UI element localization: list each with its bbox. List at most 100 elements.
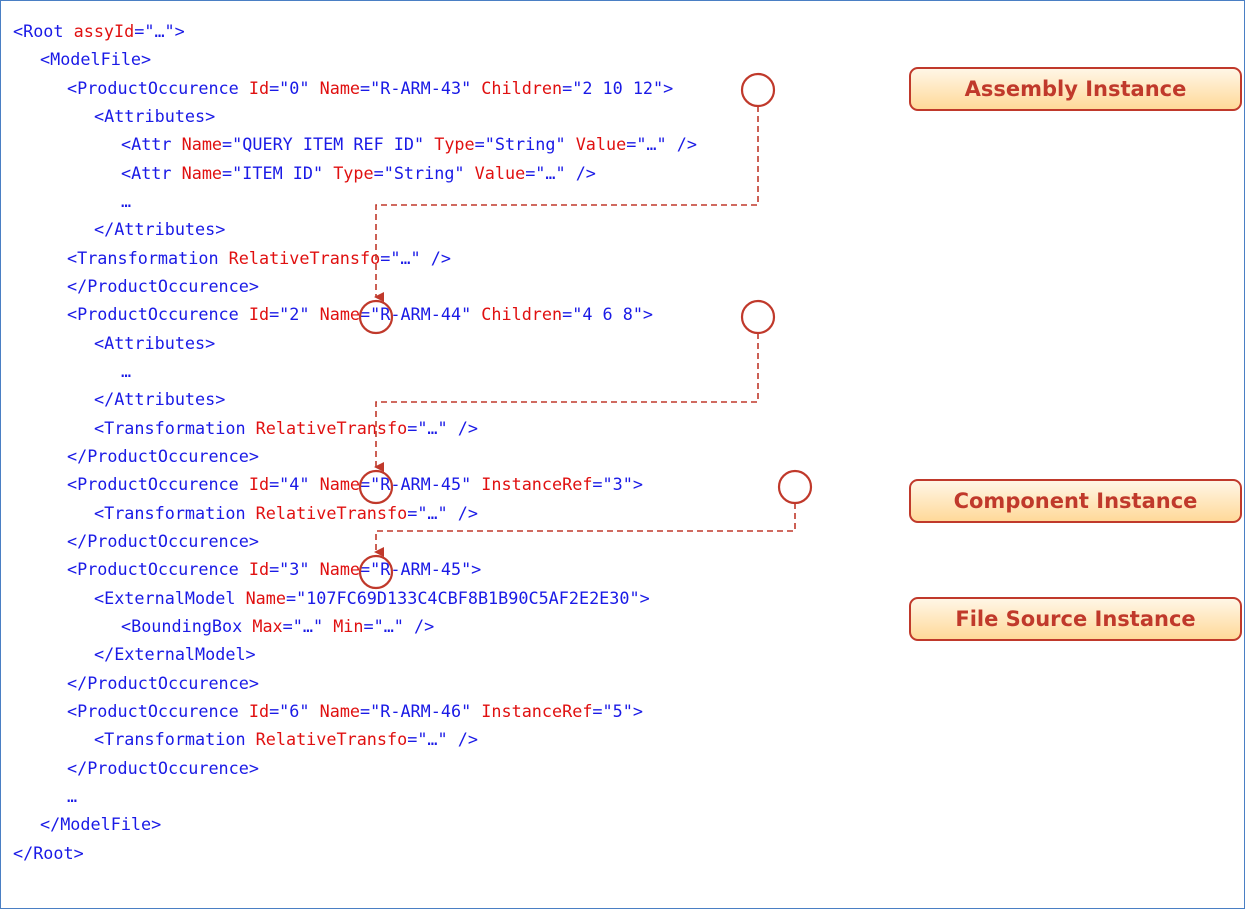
xml-line: <ProductOccurence Id="3" Name="R-ARM-45"… bbox=[67, 555, 481, 583]
xml-markup: <ModelFile> bbox=[40, 49, 152, 70]
xml-markup: <Attr bbox=[121, 162, 182, 183]
xml-markup: ="…" /> bbox=[407, 729, 478, 750]
xml-markup: ="4 6 8"> bbox=[562, 304, 654, 325]
xml-attribute-name: Value bbox=[474, 162, 526, 183]
xml-markup: ="…" /> bbox=[626, 134, 697, 155]
xml-line: <ModelFile> bbox=[40, 45, 151, 73]
xml-line: <Root assyId="…"> bbox=[13, 17, 185, 45]
xml-markup: ="…" /> bbox=[407, 417, 478, 438]
xml-markup: <ProductOccurence bbox=[67, 474, 249, 495]
xml-attribute-name: Name bbox=[319, 77, 361, 98]
xml-markup: <Attributes> bbox=[94, 105, 216, 126]
xml-markup: </ModelFile> bbox=[40, 814, 162, 835]
file-source-instance-label-text: File Source Instance bbox=[955, 607, 1196, 631]
xml-line: <Attr Name="QUERY ITEM REF ID" Type="Str… bbox=[121, 130, 697, 158]
assembly-instance-label: Assembly Instance bbox=[909, 67, 1242, 111]
xml-markup: </Attributes> bbox=[94, 219, 226, 240]
xml-attribute-name: assyId bbox=[73, 21, 135, 41]
xml-markup: <Transformation bbox=[67, 247, 229, 268]
xml-markup: ="5"> bbox=[592, 700, 643, 721]
xml-line: <Attr Name="ITEM ID" Type="String" Value… bbox=[121, 159, 596, 187]
xml-attribute-name: Type bbox=[333, 162, 374, 183]
xml-line: <BoundingBox Max="…" Min="…" /> bbox=[121, 612, 434, 640]
xml-markup: <ExternalModel bbox=[94, 587, 246, 608]
xml-attribute-name: Name bbox=[319, 559, 361, 580]
xml-attribute-name: Name bbox=[319, 304, 361, 325]
xml-attribute-name: Id bbox=[248, 700, 270, 721]
xml-markup: … bbox=[121, 360, 132, 381]
xml-attribute-name: InstanceRef bbox=[481, 474, 593, 495]
xml-line: <Transformation RelativeTransfo="…" /> bbox=[94, 499, 478, 527]
xml-line: </ProductOccurence> bbox=[67, 527, 259, 555]
xml-attribute-name: Name bbox=[181, 134, 223, 155]
xml-line: </Root> bbox=[13, 839, 84, 867]
xml-markup: ="…" /> bbox=[380, 247, 451, 268]
xml-line: </ProductOccurence> bbox=[67, 442, 259, 470]
xml-attribute-name: Children bbox=[481, 77, 563, 98]
xml-line: </ModelFile> bbox=[40, 810, 161, 838]
component-instance-label: Component Instance bbox=[909, 479, 1242, 523]
xml-line: <ProductOccurence Id="0" Name="R-ARM-43"… bbox=[67, 74, 673, 102]
xml-markup: ="…" /> bbox=[407, 502, 478, 523]
xml-attribute-name: Max bbox=[252, 615, 283, 636]
xml-markup: ="107FC69D133C4CBF8B1B90C5AF2E2E30"> bbox=[285, 587, 650, 608]
xml-attribute-name: Name bbox=[319, 474, 361, 495]
diagram-frame: <Root assyId="…"> <ModelFile> <ProductOccu… bbox=[0, 0, 1245, 909]
xml-markup: ="…" bbox=[282, 615, 334, 636]
xml-attribute-name: Type bbox=[434, 134, 475, 155]
xml-markup: ="R-ARM-45"> bbox=[360, 559, 482, 580]
xml-line: </ProductOccurence> bbox=[67, 754, 259, 782]
xml-markup: ="ITEM ID" bbox=[222, 162, 334, 183]
xml-line: … bbox=[121, 187, 131, 215]
xml-line: <Attributes> bbox=[94, 329, 215, 357]
xml-markup: ="String" bbox=[373, 162, 475, 183]
xml-markup: ="2" bbox=[269, 304, 320, 325]
xml-markup: <Attr bbox=[121, 134, 182, 155]
xml-attribute-name: Id bbox=[248, 77, 270, 98]
xml-markup: ="QUERY ITEM REF ID" bbox=[222, 134, 435, 155]
xml-line: <ProductOccurence Id="2" Name="R-ARM-44"… bbox=[67, 300, 653, 328]
xml-markup: ="0" bbox=[269, 77, 320, 98]
xml-markup: ="2 10 12"> bbox=[562, 77, 674, 98]
xml-markup: </ExternalModel> bbox=[94, 644, 256, 665]
xml-markup: <ProductOccurence bbox=[67, 700, 249, 721]
xml-markup: … bbox=[121, 190, 132, 211]
xml-markup: ="R-ARM-46" bbox=[360, 700, 482, 721]
file-source-instance-label: File Source Instance bbox=[909, 597, 1242, 641]
xml-attribute-name: RelativeTransfo bbox=[255, 502, 408, 523]
xml-markup: </ProductOccurence> bbox=[67, 530, 259, 551]
xml-line: </Attributes> bbox=[94, 385, 225, 413]
xml-markup: ="…" /> bbox=[363, 615, 435, 636]
xml-markup: ="4" bbox=[269, 474, 320, 495]
xml-markup: <Transformation bbox=[94, 417, 256, 438]
xml-line: </Attributes> bbox=[94, 215, 225, 243]
xml-attribute-name: Name bbox=[245, 587, 286, 608]
xml-markup: ="R-ARM-43" bbox=[360, 77, 482, 98]
xml-attribute-name: Name bbox=[181, 162, 223, 183]
xml-line: <Attributes> bbox=[94, 102, 215, 130]
xml-line: </ProductOccurence> bbox=[67, 669, 259, 697]
xml-line: … bbox=[67, 782, 77, 810]
xml-line: <Transformation RelativeTransfo="…" /> bbox=[94, 414, 478, 442]
xml-markup: ="…"> bbox=[134, 21, 185, 41]
xml-markup: ="3"> bbox=[592, 474, 643, 495]
xml-line: <Transformation RelativeTransfo="…" /> bbox=[94, 725, 478, 753]
xml-markup: <ProductOccurence bbox=[67, 304, 249, 325]
xml-code-block: <Root assyId="…"> <ModelFile> <ProductOccu… bbox=[1, 1, 901, 908]
xml-markup: … bbox=[67, 785, 78, 806]
xml-line: <ProductOccurence Id="6" Name="R-ARM-46"… bbox=[67, 697, 643, 725]
xml-markup: ="3" bbox=[269, 559, 320, 580]
xml-markup: <Transformation bbox=[94, 502, 256, 523]
xml-line: </ExternalModel> bbox=[94, 640, 256, 668]
xml-attribute-name: RelativeTransfo bbox=[228, 247, 381, 268]
xml-markup: <ProductOccurence bbox=[67, 77, 249, 98]
xml-attribute-name: Id bbox=[248, 559, 270, 580]
xml-markup: </Root> bbox=[13, 842, 84, 863]
xml-attribute-name: Value bbox=[575, 134, 627, 155]
xml-attribute-name: Id bbox=[248, 474, 270, 495]
xml-markup: ="6" bbox=[269, 700, 320, 721]
xml-attribute-name: Min bbox=[333, 615, 364, 636]
xml-markup: <BoundingBox bbox=[121, 615, 253, 636]
xml-markup: ="R-ARM-44" bbox=[360, 304, 482, 325]
xml-line: <ExternalModel Name="107FC69D133C4CBF8B1… bbox=[94, 584, 650, 612]
